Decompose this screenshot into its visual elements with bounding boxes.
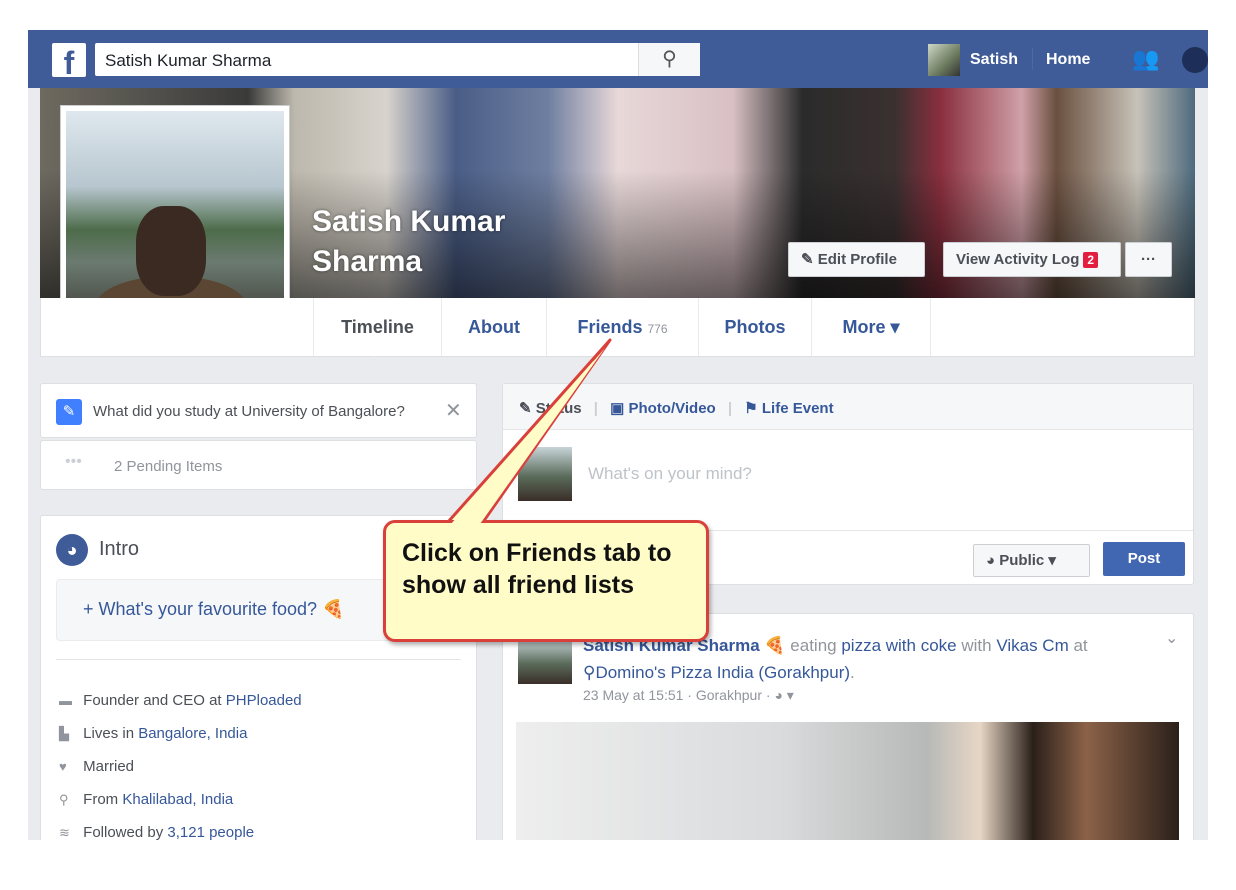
facebook-window: f Satish Kumar Sharma ⚲ Satish Home 👥 Sa…: [28, 30, 1208, 840]
callout-pointer-join: [451, 348, 605, 524]
